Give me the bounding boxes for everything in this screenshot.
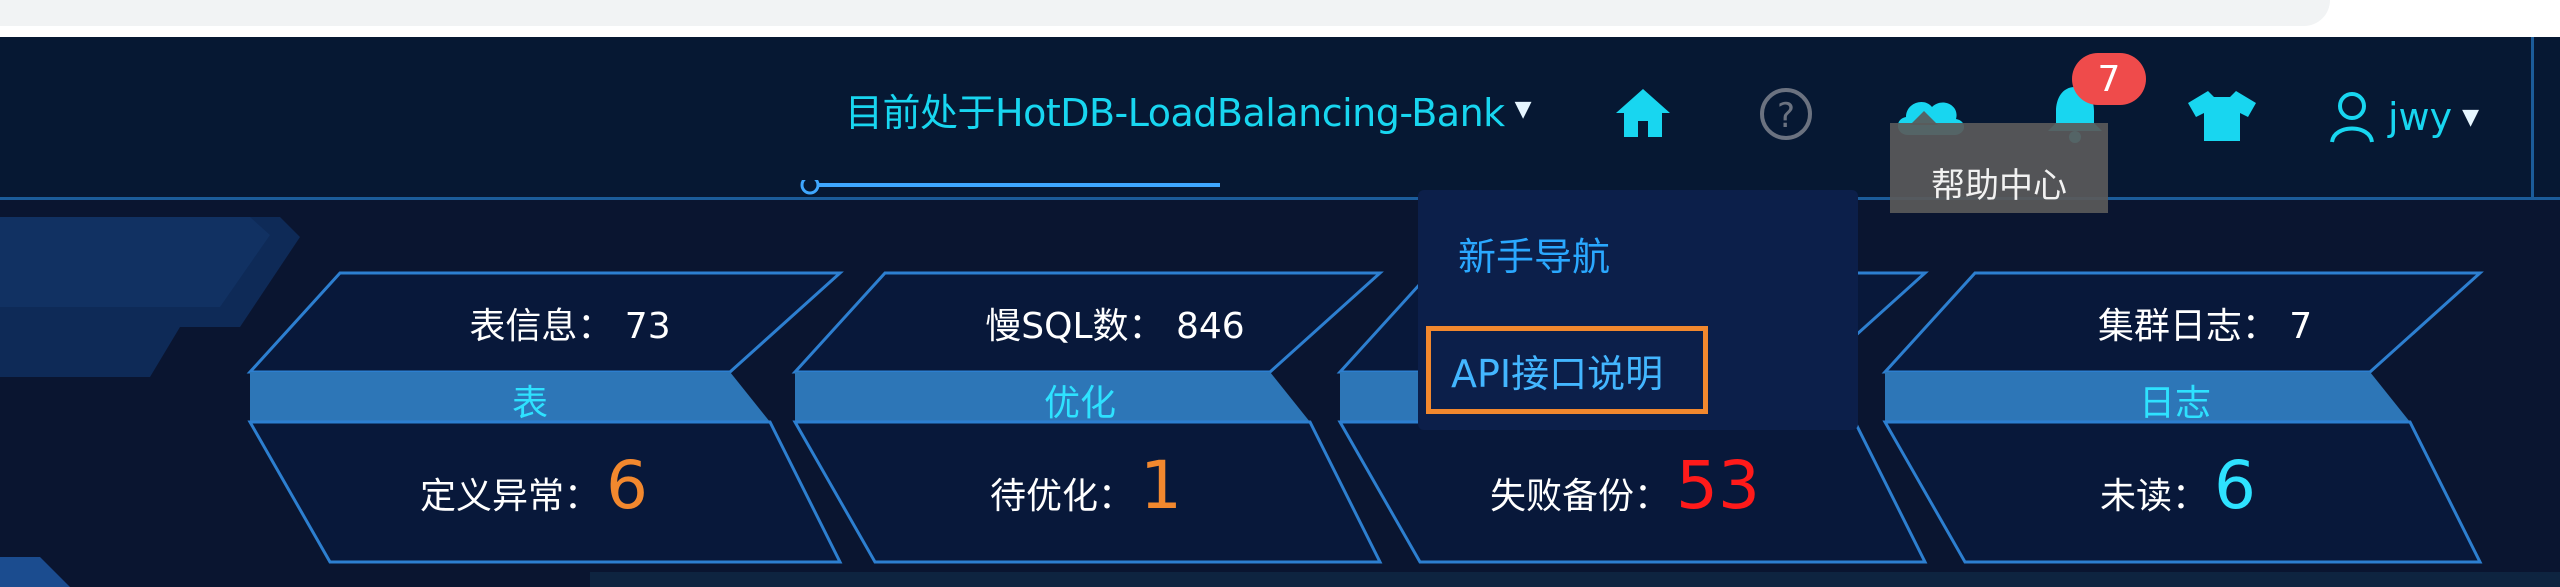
browser-address-bar[interactable] [0,0,2330,26]
cluster-selector[interactable]: 目前处于HotDB-LoadBalancing-Bank ▼ [845,89,1532,135]
card-table-info[interactable]: 表信息： 73 [395,297,745,349]
user-menu[interactable]: jwy ▼ [2328,81,2479,153]
help-center-tooltip: 帮助中心 [1890,123,2108,213]
shirt-icon[interactable] [2184,87,2260,145]
home-icon[interactable] [1612,85,1674,141]
card-optimize-bottom-label: 待优化： [990,476,1135,517]
user-chevron-down-icon: ▼ [2462,104,2480,130]
top-bar-right-border [2531,37,2534,197]
card-optimize-bottom-value: 1 [1140,447,1183,524]
header-notch-decoration [800,180,1220,195]
help-icon[interactable]: ? [1756,85,1816,143]
help-dropdown-menu: 新手导航 API接口说明 [1418,190,1858,430]
cluster-selector-label: 目前处于HotDB-LoadBalancing-Bank [845,90,1505,135]
card-optimize-info[interactable]: 慢SQL数： 846 [935,297,1295,349]
card-log-title: 日志 [2138,383,2211,424]
top-bar-border [0,197,2560,200]
menu-item-api-docs[interactable]: API接口说明 [1426,326,1708,414]
card-backup-bottom-value: 53 [1676,447,1760,524]
menu-item-beginner-guide[interactable]: 新手导航 [1458,226,1610,281]
card-log-bottom-label: 未读： [2100,476,2209,517]
chevron-down-icon: ▼ [1514,96,1532,122]
card-table-title: 表 [511,383,548,424]
user-icon [2330,92,2374,143]
svg-text:?: ? [1777,96,1795,136]
card-table-bottom-label: 定义异常： [420,476,601,517]
app-root: 目前处于HotDB-LoadBalancing-Bank ▼ ? 7 帮助中心 … [0,37,2560,587]
card-optimize-title: 优化 [1043,383,1116,424]
card-backup-bottom[interactable]: 失败备份： 53 [1490,447,1760,524]
card-log-bottom-value: 6 [2214,447,2257,524]
card-table-bottom-value: 6 [606,447,649,524]
summary-panels: 表信息： 73 表 定义异常： 6 慢SQL数： 846 优化 待优化： 1 失… [0,217,2560,587]
browser-chrome [0,0,2560,37]
notification-badge: 7 [2072,53,2146,105]
card-table-bottom[interactable]: 定义异常： 6 [420,447,648,524]
card-optimize-bottom[interactable]: 待优化： 1 [990,447,1182,524]
card-backup-bottom-label: 失败备份： [1490,476,1671,517]
card-log-info[interactable]: 集群日志： 7 [2030,297,2380,349]
card-log-bottom[interactable]: 未读： 6 [2100,447,2256,524]
username-label: jwy [2388,95,2453,139]
